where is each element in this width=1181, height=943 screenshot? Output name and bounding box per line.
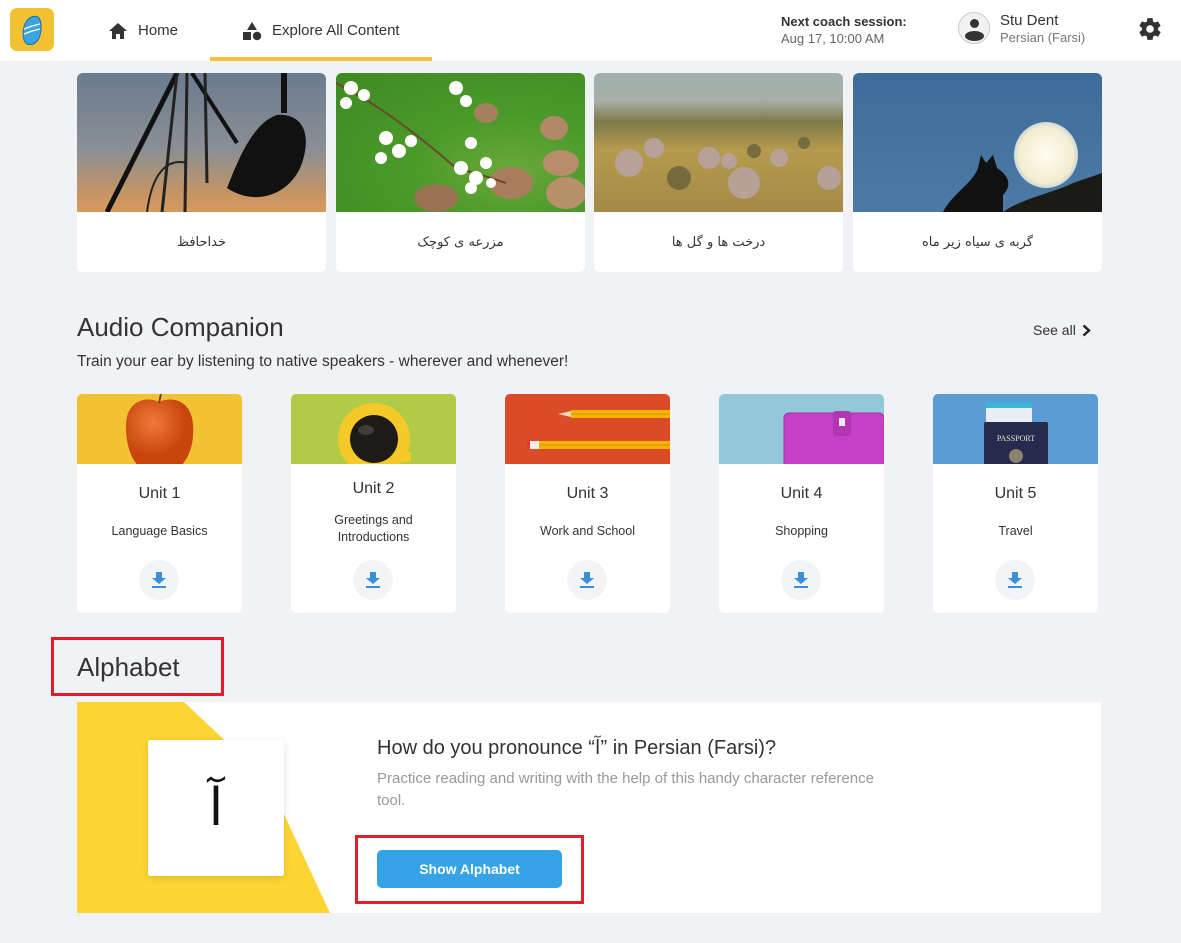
unit-topic: Shopping xyxy=(775,524,828,538)
unit-name: Unit 3 xyxy=(566,485,609,502)
home-icon xyxy=(109,22,127,39)
download-button[interactable] xyxy=(567,560,607,600)
download-icon xyxy=(580,572,594,588)
unit-name: Unit 2 xyxy=(352,480,395,497)
alphabet-question: How do you pronounce “آ” in Persian (Far… xyxy=(377,737,777,759)
unit-card[interactable]: PASSPORT Unit 5 Travel xyxy=(933,394,1098,613)
story-title: مزرعه ی کوچک xyxy=(417,234,504,250)
unit-image-coffee xyxy=(291,394,456,464)
unit-topic: Language Basics xyxy=(111,524,208,538)
see-all-link[interactable]: See all xyxy=(1033,322,1091,338)
see-all-label: See all xyxy=(1033,322,1076,338)
unit-name: Unit 1 xyxy=(138,485,181,502)
user-language: Persian (Farsi) xyxy=(1000,30,1086,45)
unit-topic: Travel xyxy=(998,524,1033,538)
next-coach-session: Next coach session: Aug 17, 10:00 AM xyxy=(781,13,907,47)
shapes-icon xyxy=(243,21,262,40)
svg-text:PASSPORT: PASSPORT xyxy=(997,434,1035,443)
story-card[interactable]: درخت ها و گل ها xyxy=(594,73,843,272)
download-icon xyxy=(366,572,380,588)
highlight-box-alphabet-title xyxy=(51,637,224,696)
nav-tab-explore-all-content[interactable]: Explore All Content xyxy=(210,0,432,61)
story-image-cat-moon xyxy=(853,73,1102,212)
unit-name: Unit 4 xyxy=(780,485,823,502)
avatar-icon xyxy=(958,12,990,44)
story-image-trees xyxy=(594,73,843,212)
story-title: گربه ی سیاه زیر ماه xyxy=(921,234,1034,250)
download-icon xyxy=(152,572,166,588)
character-display: آ xyxy=(148,740,284,876)
story-image-farm xyxy=(336,73,585,212)
story-title: خداحافظ xyxy=(176,234,227,250)
unit-image-pencils xyxy=(505,394,670,464)
unit-image-purse xyxy=(719,394,884,464)
download-icon xyxy=(1008,572,1022,588)
unit-card[interactable]: Unit 1 Language Basics xyxy=(77,394,242,613)
nav-explore-label: Explore All Content xyxy=(272,22,400,39)
download-button[interactable] xyxy=(781,560,821,600)
user-name: Stu Dent xyxy=(1000,12,1059,29)
download-button[interactable] xyxy=(139,560,179,600)
story-image-swing xyxy=(77,73,326,212)
audio-companion-title: Audio Companion xyxy=(77,312,284,342)
unit-card[interactable]: Unit 3 Work and School xyxy=(505,394,670,613)
nav-home-label: Home xyxy=(138,22,179,39)
unit-card[interactable]: Unit 4 Shopping xyxy=(719,394,884,613)
download-button[interactable] xyxy=(353,560,393,600)
unit-name: Unit 5 xyxy=(994,485,1037,502)
gear-icon xyxy=(1139,18,1161,40)
alphabet-card: آ How do you pronounce “آ” in Persian (F… xyxy=(77,702,1101,913)
top-navigation-bar: Home Explore All Content Next coach sess… xyxy=(0,0,1181,61)
unit-card[interactable]: Unit 2 Greetings and Introductions xyxy=(291,394,456,613)
unit-topic: Work and School xyxy=(540,524,635,538)
unit-image-apple xyxy=(77,394,242,464)
story-card[interactable]: خداحافظ xyxy=(77,73,326,272)
download-icon xyxy=(794,572,808,588)
coach-session-label: Next coach session: xyxy=(781,14,907,29)
unit-topic: Greetings and Introductions xyxy=(334,513,413,544)
alphabet-description: Practice reading and writing with the he… xyxy=(377,770,874,809)
story-card[interactable]: گربه ی سیاه زیر ماه xyxy=(853,73,1102,272)
user-profile[interactable]: Stu Dent Persian (Farsi) xyxy=(958,12,1085,47)
audio-companion-subtitle: Train your ear by listening to native sp… xyxy=(77,353,569,370)
rosetta-stone-logo[interactable] xyxy=(10,8,54,51)
stone-logo-icon xyxy=(22,15,42,45)
download-button[interactable] xyxy=(995,560,1035,600)
settings-button[interactable] xyxy=(1137,16,1163,42)
highlight-box-show-alphabet xyxy=(355,835,584,904)
unit-image-passport: PASSPORT xyxy=(933,394,1098,464)
story-card[interactable]: مزرعه ی کوچک xyxy=(336,73,585,272)
chevron-right-icon xyxy=(1082,324,1091,336)
story-title: درخت ها و گل ها xyxy=(671,234,766,250)
coach-session-time: Aug 17, 10:00 AM xyxy=(781,31,885,46)
nav-tab-home[interactable]: Home xyxy=(108,0,178,61)
